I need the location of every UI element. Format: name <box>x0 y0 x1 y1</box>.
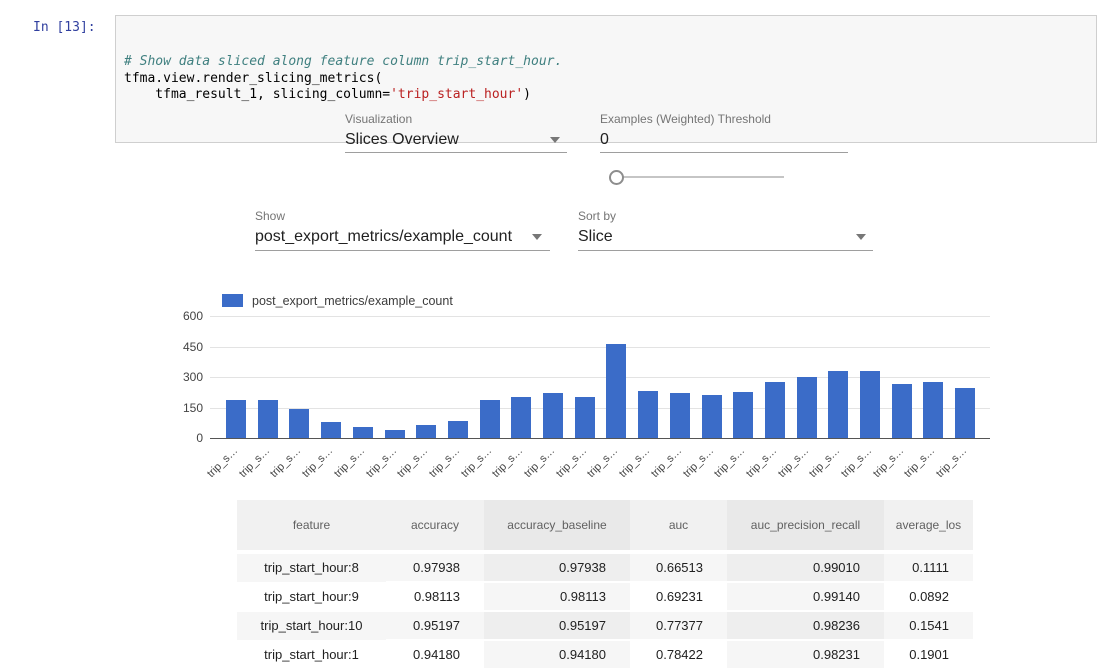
bar[interactable] <box>797 377 817 439</box>
metric-cell: 0.1111 <box>884 554 973 582</box>
metric-cell: 0.94180 <box>386 641 484 668</box>
bar[interactable] <box>226 400 246 439</box>
feature-cell: trip_start_hour:9 <box>237 583 386 612</box>
metric-cell: 0.99010 <box>727 554 884 582</box>
bar[interactable] <box>828 371 848 439</box>
column-header[interactable]: auc_precision_recall <box>727 500 884 550</box>
metric-cell: 0.69231 <box>630 583 727 611</box>
y-axis-tick: 300 <box>165 370 203 384</box>
y-axis-tick: 450 <box>165 340 203 354</box>
code-line: tfma.view.render_slicing_metrics( <box>124 71 1088 88</box>
bar[interactable] <box>670 393 690 439</box>
metric-cell: 0.1901 <box>884 641 973 668</box>
metric-cell: 0.78422 <box>630 641 727 668</box>
cell-prompt: In [13]: <box>33 20 96 35</box>
bar[interactable] <box>733 392 753 439</box>
threshold-underline <box>600 152 848 153</box>
visualization-underline <box>345 152 567 153</box>
gridline <box>210 347 990 348</box>
metric-cell: 0.95197 <box>484 612 630 640</box>
threshold-slider-track[interactable] <box>616 176 784 178</box>
code-lines: # Show data sliced along feature column … <box>124 54 1088 104</box>
sort-by-underline <box>578 250 873 251</box>
table-row[interactable]: trip_start_hour:100.951970.951970.773770… <box>237 612 973 641</box>
bar[interactable] <box>765 382 785 439</box>
metric-cell: 0.97938 <box>484 554 630 582</box>
metric-cell: 0.99140 <box>727 583 884 611</box>
gridline <box>210 316 990 317</box>
bar[interactable] <box>448 421 468 439</box>
metric-cell: 0.95197 <box>386 612 484 640</box>
chevron-down-icon[interactable] <box>532 234 542 240</box>
table-row[interactable]: trip_start_hour:80.979380.979380.665130.… <box>237 554 973 583</box>
feature-cell: trip_start_hour:8 <box>237 554 386 583</box>
bar[interactable] <box>543 393 563 439</box>
gridline <box>210 438 990 439</box>
y-axis-tick: 150 <box>165 401 203 415</box>
column-header[interactable]: average_los <box>884 500 973 550</box>
metric-cell: 0.98236 <box>727 612 884 640</box>
table-row[interactable]: trip_start_hour:10.941800.941800.784220.… <box>237 641 973 668</box>
metric-cell: 0.66513 <box>630 554 727 582</box>
sort-by-dropdown[interactable]: Slice <box>578 228 613 246</box>
chart-plot: 0150300450600trip_s…trip_s…trip_s…trip_s… <box>210 317 990 439</box>
bar[interactable] <box>575 397 595 439</box>
feature-cell: trip_start_hour:1 <box>237 641 386 668</box>
bar[interactable] <box>955 388 975 439</box>
threshold-slider-knob[interactable] <box>609 170 624 185</box>
metric-cell: 0.97938 <box>386 554 484 582</box>
column-header[interactable]: feature <box>237 500 386 550</box>
table-header-row: featureaccuracyaccuracy_baselineaucauc_p… <box>237 500 973 550</box>
code-line: # Show data sliced along feature column … <box>124 54 1088 71</box>
metric-cell: 0.1541 <box>884 612 973 640</box>
metric-cell: 0.94180 <box>484 641 630 668</box>
bar[interactable] <box>638 391 658 439</box>
column-header[interactable]: auc <box>630 500 727 550</box>
bar[interactable] <box>289 409 309 440</box>
metric-cell: 0.98231 <box>727 641 884 668</box>
metrics-table: featureaccuracyaccuracy_baselineaucauc_p… <box>237 500 973 668</box>
feature-cell: trip_start_hour:10 <box>237 612 386 641</box>
bar[interactable] <box>860 371 880 439</box>
column-header[interactable]: accuracy_baseline <box>484 500 630 550</box>
threshold-label: Examples (Weighted) Threshold <box>600 112 771 126</box>
y-axis-tick: 0 <box>165 431 203 445</box>
chevron-down-icon[interactable] <box>550 137 560 143</box>
code-line: tfma_result_1, slicing_column='trip_star… <box>124 87 1088 104</box>
metric-cell: 0.98113 <box>484 583 630 611</box>
bar[interactable] <box>606 344 626 439</box>
bar[interactable] <box>511 397 531 439</box>
y-axis-tick: 600 <box>165 309 203 323</box>
bar[interactable] <box>480 400 500 439</box>
column-header[interactable]: accuracy <box>386 500 484 550</box>
bar[interactable] <box>258 400 278 439</box>
chevron-down-icon[interactable] <box>856 234 866 240</box>
show-label: Show <box>255 209 285 223</box>
metric-cell: 0.98113 <box>386 583 484 611</box>
visualization-label: Visualization <box>345 112 412 126</box>
bar[interactable] <box>321 422 341 439</box>
sort-by-label: Sort by <box>578 209 616 223</box>
bar[interactable] <box>416 425 436 439</box>
show-underline <box>255 250 550 251</box>
table-row[interactable]: trip_start_hour:90.981130.981130.692310.… <box>237 583 973 612</box>
legend-swatch <box>222 294 243 307</box>
show-dropdown[interactable]: post_export_metrics/example_count <box>255 228 512 246</box>
bar[interactable] <box>923 382 943 439</box>
metric-cell: 0.77377 <box>630 612 727 640</box>
bar[interactable] <box>892 384 912 439</box>
x-axis-label: trip_s… <box>182 445 240 503</box>
notebook-page: In [13]: # Show data sliced along featur… <box>0 0 1111 668</box>
metric-cell: 0.0892 <box>884 583 973 611</box>
threshold-input[interactable]: 0 <box>600 131 609 149</box>
bar[interactable] <box>702 395 722 439</box>
visualization-dropdown[interactable]: Slices Overview <box>345 131 459 149</box>
legend-label: post_export_metrics/example_count <box>252 294 453 308</box>
